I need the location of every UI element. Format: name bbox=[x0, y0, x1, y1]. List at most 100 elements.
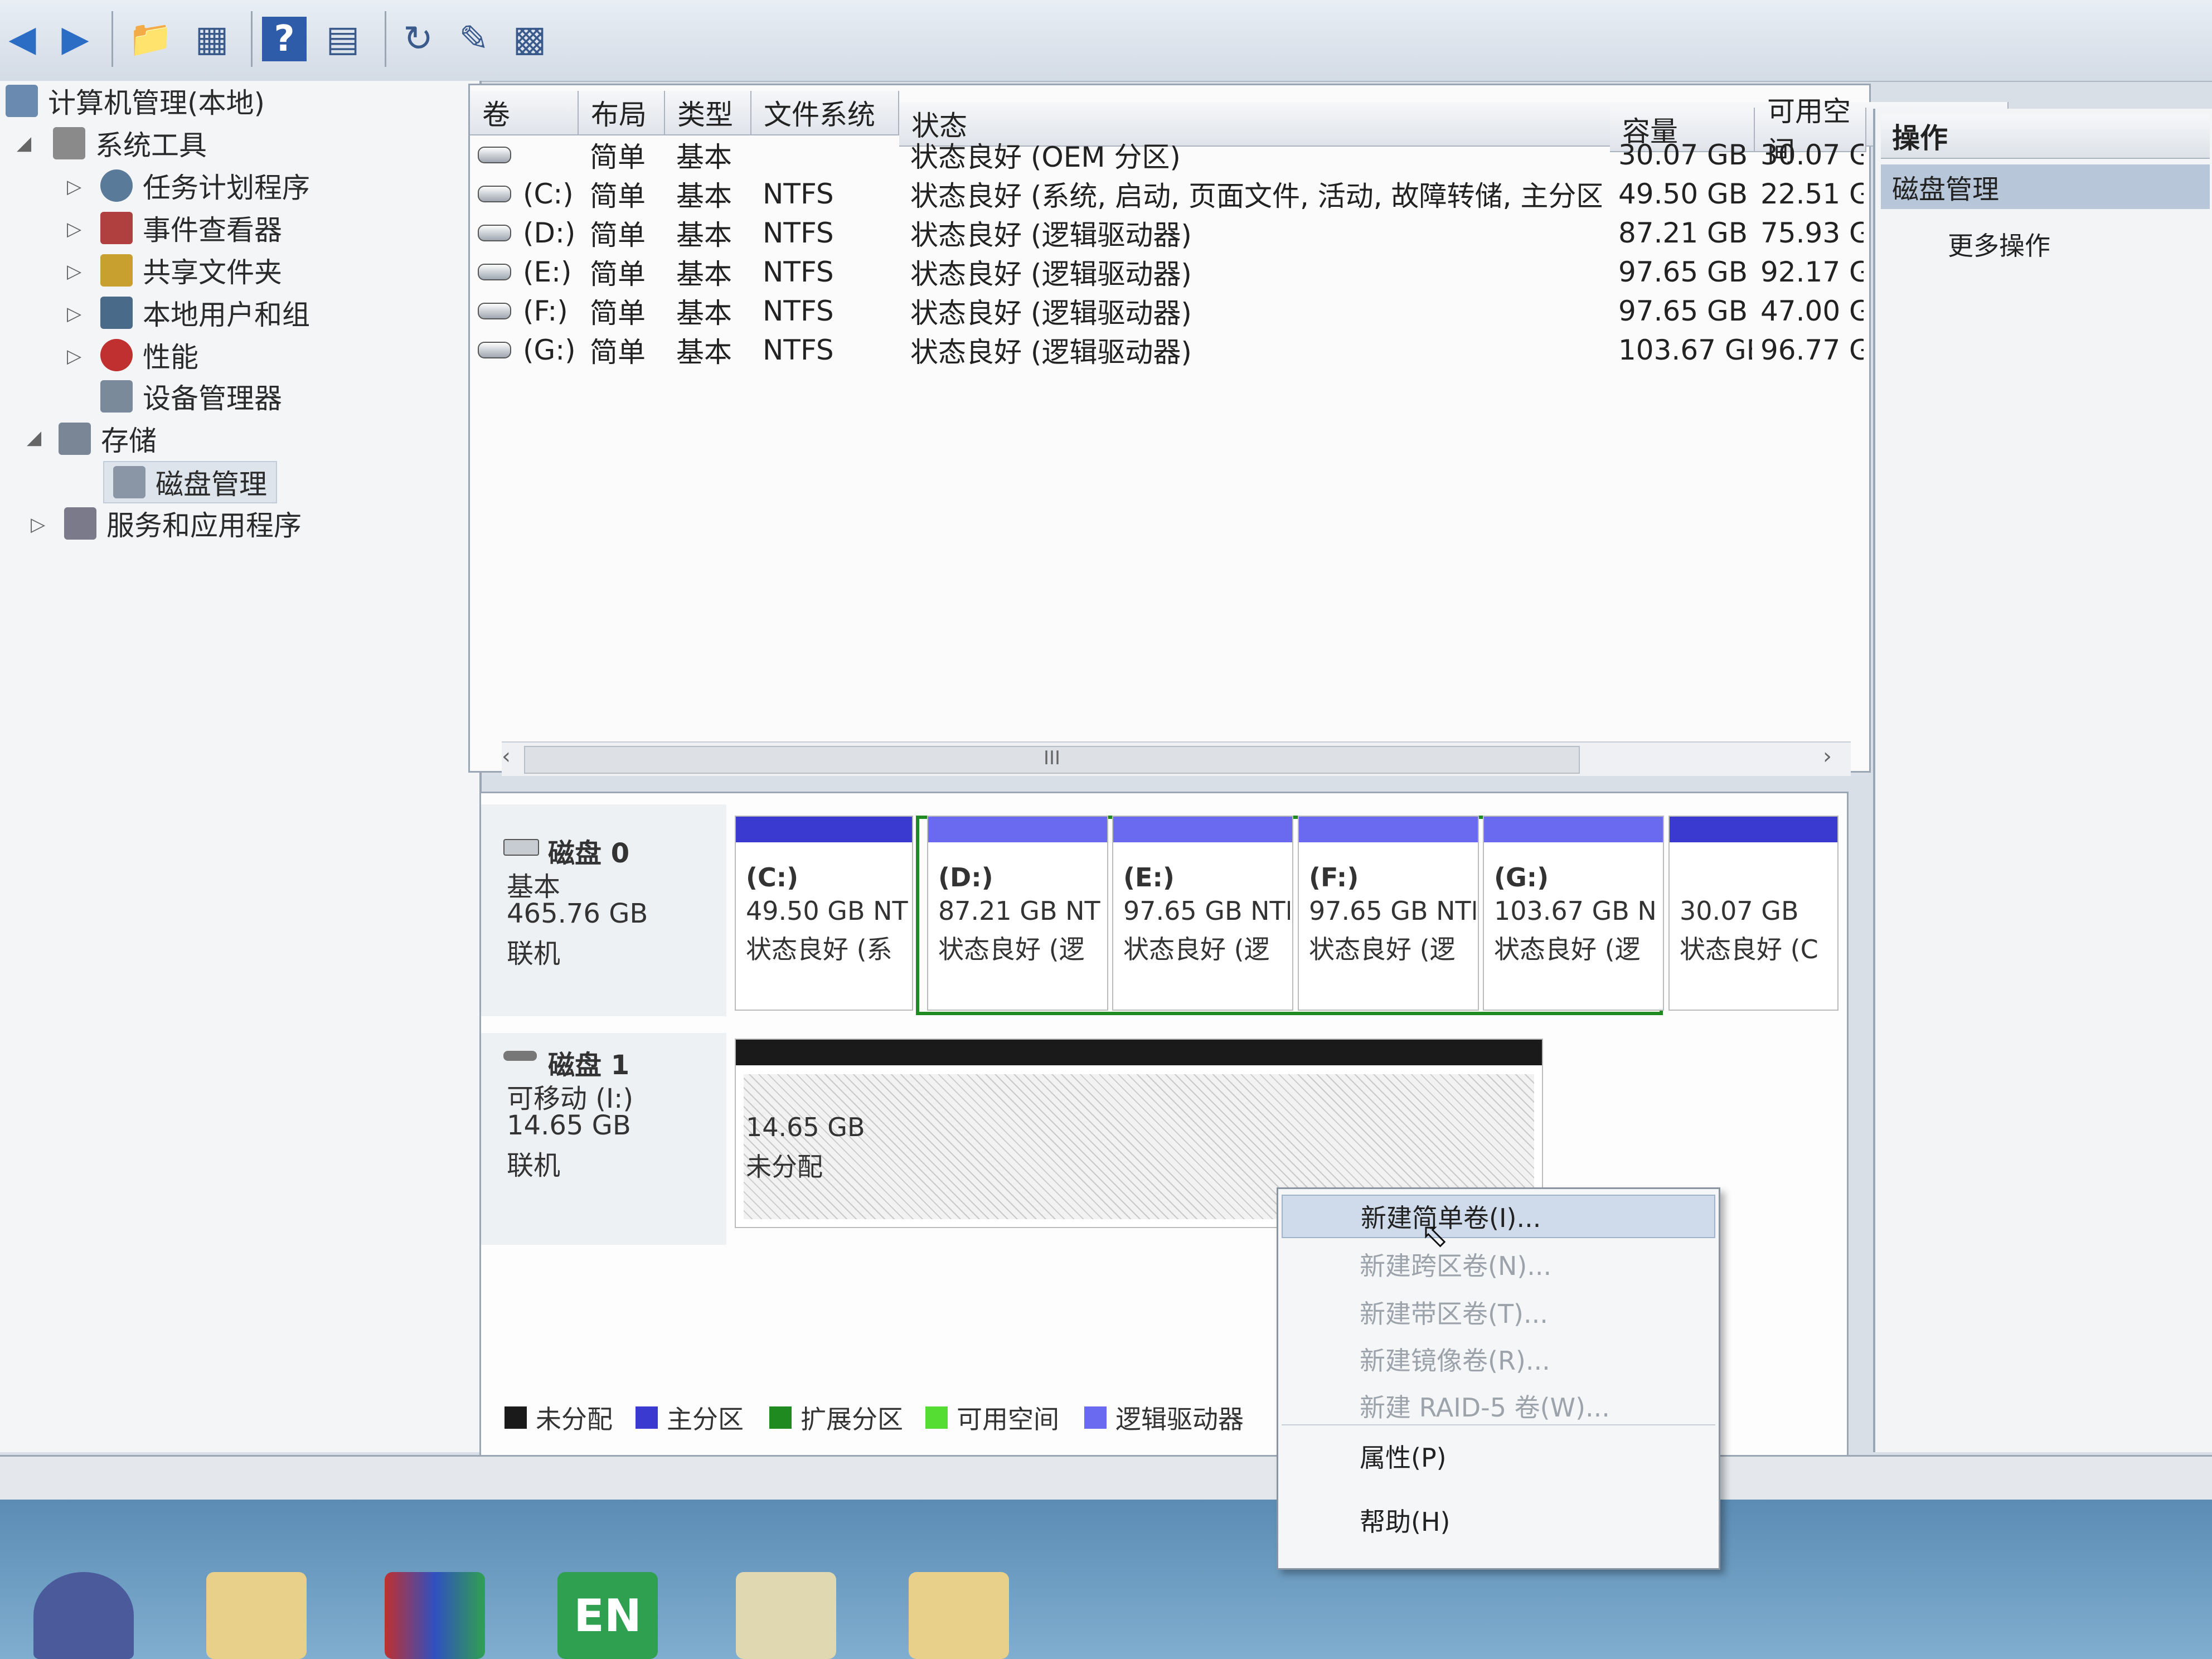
legend-label: 可用空间 bbox=[957, 1404, 1059, 1434]
tree-item-local-users[interactable]: 本地用户和组 bbox=[100, 293, 310, 333]
tree-item-computer-management[interactable]: 计算机管理(本地) bbox=[6, 81, 265, 121]
partition-color-bar bbox=[928, 817, 1107, 842]
partition-name: (E:) bbox=[1123, 862, 1175, 892]
volume-cell-fs: NTFS bbox=[763, 334, 834, 366]
tools-icon bbox=[53, 127, 85, 159]
partition-name: (D:) bbox=[938, 862, 993, 892]
disk0-partition[interactable]: (C:) 49.50 GB NT 状态良好 (系 bbox=[735, 816, 913, 1011]
tree-item-performance[interactable]: 性能 bbox=[100, 335, 198, 375]
column-header-filesystem[interactable]: 文件系统 bbox=[751, 91, 899, 135]
disk0-partition[interactable]: (G:) 103.67 GB N 状态良好 (逻 bbox=[1483, 816, 1664, 1011]
taskbar-document-icon[interactable] bbox=[736, 1572, 836, 1659]
properties-icon[interactable]: ✎ bbox=[452, 12, 496, 65]
show-hide-tree-icon[interactable]: ▦ bbox=[190, 12, 234, 65]
disk0-partition[interactable]: (E:) 97.65 GB NTI 状态良好 (逻 bbox=[1112, 816, 1293, 1011]
column-header-volume[interactable]: 卷 bbox=[470, 91, 579, 135]
disk1-info[interactable]: 磁盘 1 可移动 (I:) 14.65 GB 联机 bbox=[481, 1033, 726, 1245]
volume-cell-status: 状态良好 (逻辑驱动器) bbox=[910, 219, 1192, 251]
collapse-arrow-icon[interactable]: ◢ bbox=[27, 426, 41, 449]
drive-icon bbox=[478, 186, 511, 202]
drive-icon bbox=[478, 147, 511, 163]
tree-item-storage[interactable]: 存储 bbox=[59, 419, 157, 459]
refresh-icon[interactable]: ↻ bbox=[396, 12, 440, 65]
partition-size: 49.50 GB NT bbox=[746, 896, 908, 926]
tree-item-device-manager[interactable]: 设备管理器 bbox=[100, 376, 282, 416]
context-menu-item[interactable]: 帮助(H) bbox=[1282, 1498, 1715, 1542]
partition-size: 30.07 GB bbox=[1680, 896, 1799, 926]
tree-item-disk-management[interactable]: 磁盘管理 bbox=[103, 461, 277, 503]
unallocated-status: 未分配 bbox=[746, 1152, 823, 1182]
tree-item-system-tools[interactable]: 系统工具 bbox=[53, 123, 207, 163]
tree-item-event-viewer[interactable]: 事件查看器 bbox=[100, 208, 282, 248]
actions-title: 操作 bbox=[1881, 114, 2210, 159]
context-menu-item[interactable]: 新建简单卷(I)... bbox=[1282, 1195, 1715, 1238]
more-actions-link[interactable]: 更多操作 bbox=[1948, 226, 2050, 263]
expand-arrow-icon[interactable]: ▷ bbox=[67, 303, 81, 325]
console-icon[interactable]: ▤ bbox=[321, 12, 365, 65]
disk0-info[interactable]: 磁盘 0 基本 465.76 GB 联机 bbox=[481, 804, 726, 1016]
taskbar-en-icon[interactable]: EN bbox=[557, 1572, 658, 1659]
tree-item-shared-folders[interactable]: 共享文件夹 bbox=[100, 250, 282, 290]
tree-label: 系统工具 bbox=[95, 129, 207, 162]
tree-label: 事件查看器 bbox=[143, 214, 282, 246]
scroll-thumb[interactable]: III bbox=[524, 746, 1580, 774]
volume-cell-free: 47.00 GE bbox=[1760, 295, 1864, 327]
removable-disk-icon bbox=[503, 1051, 537, 1061]
forward-icon[interactable]: ▶ bbox=[53, 12, 98, 65]
volume-list: 卷 布局 类型 文件系统 状态 容量 可用空间 简单 基本 状态良好 (OEM 分区… bbox=[468, 84, 2009, 773]
toolbar-separator bbox=[111, 11, 113, 67]
expand-arrow-icon[interactable]: ▷ bbox=[67, 345, 81, 367]
volume-cell-fs: NTFS bbox=[763, 217, 834, 249]
volume-cell-layout: 简单 bbox=[590, 336, 646, 368]
partition-size: 87.21 GB NT bbox=[938, 896, 1100, 926]
volume-cell-vol: (D:) bbox=[523, 217, 576, 249]
tree-item-task-scheduler[interactable]: 任务计划程序 bbox=[100, 166, 310, 206]
shared-folder-icon bbox=[100, 254, 133, 287]
context-menu-item: 新建 RAID-5 卷(W)... bbox=[1360, 1393, 1610, 1423]
scroll-right-icon[interactable]: › bbox=[1823, 744, 1832, 769]
volume-cell-layout: 简单 bbox=[590, 141, 646, 173]
taskbar-app-icon[interactable] bbox=[33, 1572, 134, 1659]
volume-cell-vol: (E:) bbox=[523, 256, 572, 288]
legend-label: 扩展分区 bbox=[801, 1404, 903, 1434]
taskbar-archive-icon[interactable] bbox=[385, 1572, 485, 1659]
disk0-partition[interactable]: (D:) 87.21 GB NT 状态良好 (逻 bbox=[927, 816, 1108, 1011]
export-icon[interactable]: ▩ bbox=[507, 12, 552, 65]
taskbar-folder-icon[interactable] bbox=[206, 1572, 307, 1659]
volume-cell-layout: 简单 bbox=[590, 258, 646, 290]
volume-cell-status: 状态良好 (逻辑驱动器) bbox=[910, 336, 1192, 368]
expand-arrow-icon[interactable]: ▷ bbox=[67, 260, 81, 283]
column-header-type[interactable]: 类型 bbox=[665, 91, 751, 135]
column-header-layout[interactable]: 布局 bbox=[579, 91, 665, 135]
expand-arrow-icon[interactable]: ▷ bbox=[67, 218, 81, 240]
help-icon[interactable]: ? bbox=[262, 17, 307, 61]
volume-cell-capacity: 87.21 GB bbox=[1618, 217, 1748, 249]
volume-cell-free: 92.17 GE bbox=[1760, 256, 1864, 288]
partition-color-bar bbox=[736, 817, 912, 842]
tree-label: 磁盘管理 bbox=[156, 468, 267, 501]
tree-item-services-apps[interactable]: 服务和应用程序 bbox=[64, 503, 302, 544]
volume-cell-vol: (G:) bbox=[523, 334, 576, 366]
expand-arrow-icon[interactable]: ▷ bbox=[31, 513, 45, 536]
context-menu-item[interactable]: 属性(P) bbox=[1282, 1434, 1715, 1478]
legend-item: 逻辑驱动器 bbox=[1084, 1399, 1244, 1436]
disk0-partition[interactable]: 30.07 GB 状态良好 (C bbox=[1668, 816, 1839, 1011]
partition-status: 状态良好 (逻 bbox=[1309, 934, 1456, 964]
partition-name: (C:) bbox=[746, 862, 799, 892]
drive-icon bbox=[478, 342, 511, 358]
taskbar-folder2-icon[interactable] bbox=[909, 1572, 1009, 1659]
mouse-cursor-icon: ⬁ bbox=[1420, 1216, 1449, 1255]
back-icon[interactable]: ◀ bbox=[0, 12, 45, 65]
scroll-left-icon[interactable]: ‹ bbox=[502, 744, 511, 769]
up-folder-icon[interactable]: 📁 bbox=[128, 12, 173, 65]
actions-section-disk-management[interactable]: 磁盘管理 bbox=[1881, 164, 2210, 209]
menu-separator bbox=[1282, 1424, 1715, 1425]
horizontal-scrollbar[interactable]: ‹ III › bbox=[502, 741, 1851, 776]
context-menu: 新建简单卷(I)... 新建跨区卷(N)... 新建带区卷(T)... 新建镜像卷(R… bbox=[1277, 1187, 1720, 1570]
toolbar: ◀ ▶ 📁 ▦ ? ▤ ↻ ✎ ▩ bbox=[0, 0, 2212, 82]
disk0-partition[interactable]: (F:) 97.65 GB NTI 状态良好 (逻 bbox=[1298, 816, 1479, 1011]
volume-cell-type: 基本 bbox=[676, 297, 732, 329]
tree-label: 本地用户和组 bbox=[143, 299, 310, 331]
collapse-arrow-icon[interactable]: ◢ bbox=[17, 132, 31, 154]
expand-arrow-icon[interactable]: ▷ bbox=[67, 176, 81, 198]
